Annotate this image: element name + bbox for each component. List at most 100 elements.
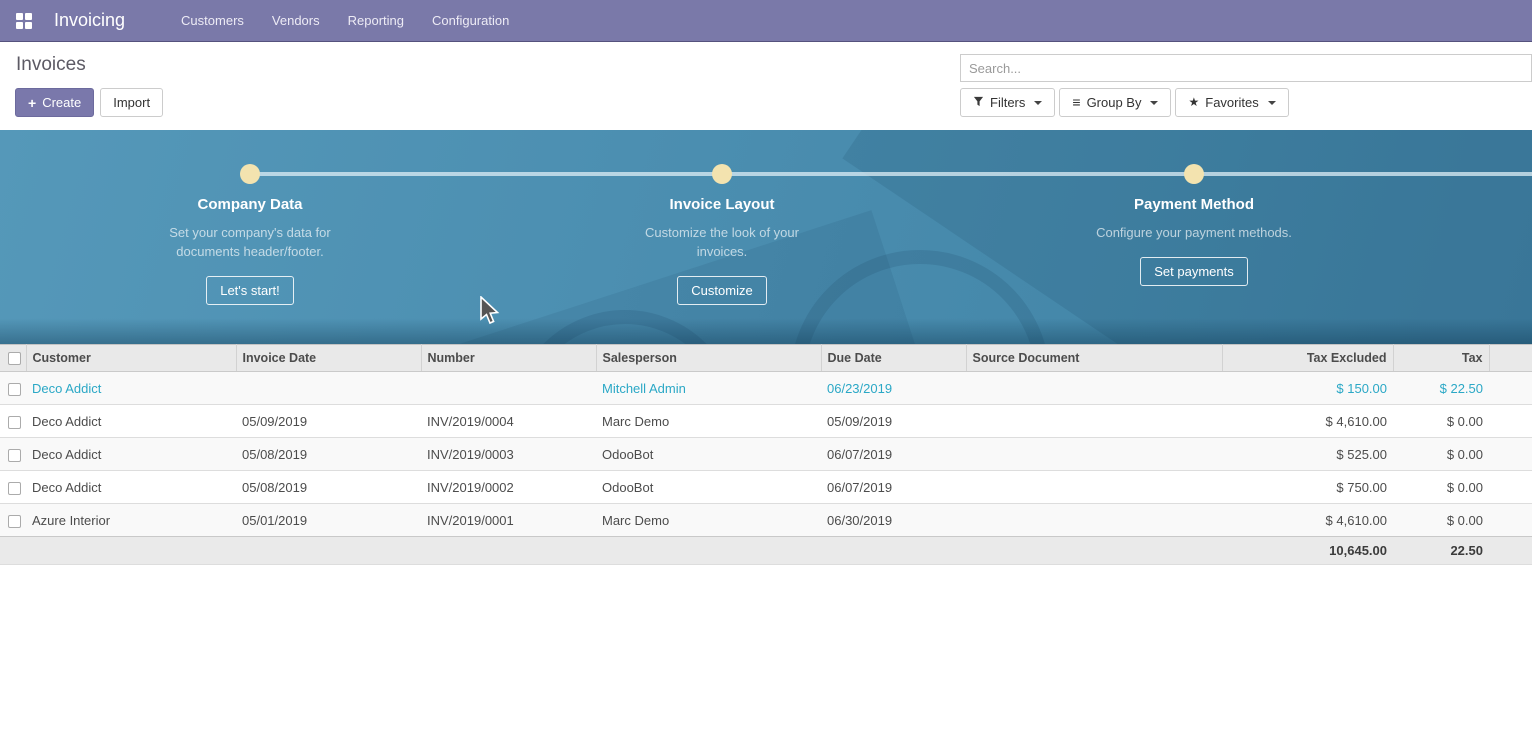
- cell-customer[interactable]: Deco Addict: [26, 438, 236, 471]
- col-invoice-date[interactable]: Invoice Date: [236, 345, 421, 372]
- step-dot-invoice-layout: [712, 164, 732, 184]
- row-select-cell: [0, 372, 26, 405]
- row-checkbox[interactable]: [8, 449, 21, 462]
- cell-salesperson[interactable]: Mitchell Admin: [596, 372, 821, 405]
- cell-customer[interactable]: Deco Addict: [26, 372, 236, 405]
- cell-tax-excluded[interactable]: $ 750.00: [1222, 471, 1393, 504]
- lets-start-button[interactable]: Let's start!: [206, 276, 294, 305]
- col-number[interactable]: Number: [421, 345, 596, 372]
- onboarding-banner: Company Data Set your company's data for…: [0, 130, 1532, 344]
- cell-trailing-empty: [1489, 438, 1532, 471]
- cell-number[interactable]: INV/2019/0001: [421, 504, 596, 537]
- col-due-date[interactable]: Due Date: [821, 345, 966, 372]
- cell-tax-excluded[interactable]: $ 4,610.00: [1222, 405, 1393, 438]
- create-button[interactable]: + Create: [15, 88, 94, 117]
- row-checkbox[interactable]: [8, 515, 21, 528]
- filter-funnel-icon: [973, 95, 984, 110]
- import-button[interactable]: Import: [100, 88, 163, 117]
- cell-salesperson[interactable]: OdooBot: [596, 471, 821, 504]
- row-checkbox[interactable]: [8, 383, 21, 396]
- cell-source-document[interactable]: [966, 372, 1222, 405]
- table-row[interactable]: Deco Addict 05/08/2019 INV/2019/0002 Odo…: [0, 471, 1532, 504]
- cell-tax-excluded[interactable]: $ 4,610.00: [1222, 504, 1393, 537]
- cell-invoice-date[interactable]: 05/08/2019: [236, 471, 421, 504]
- cell-tax[interactable]: $ 0.00: [1393, 438, 1489, 471]
- step-description: Customize the look of your invoices.: [620, 223, 825, 261]
- apps-grid-icon[interactable]: [16, 13, 32, 29]
- cell-invoice-date[interactable]: 05/08/2019: [236, 438, 421, 471]
- group-by-button[interactable]: ≡ Group By: [1059, 88, 1171, 117]
- cell-due-date[interactable]: 05/09/2019: [821, 405, 966, 438]
- table-row[interactable]: Deco Addict 05/08/2019 INV/2019/0003 Odo…: [0, 438, 1532, 471]
- col-customer[interactable]: Customer: [26, 345, 236, 372]
- cell-source-document[interactable]: [966, 504, 1222, 537]
- onboarding-step-company-data: Company Data Set your company's data for…: [30, 196, 470, 305]
- star-icon: ★: [1188, 96, 1199, 109]
- cell-salesperson[interactable]: Marc Demo: [596, 405, 821, 438]
- table-totals-row: 10,645.00 22.50: [0, 537, 1532, 565]
- cell-due-date[interactable]: 06/07/2019: [821, 438, 966, 471]
- cell-source-document[interactable]: [966, 405, 1222, 438]
- cell-number[interactable]: INV/2019/0003: [421, 438, 596, 471]
- customize-button[interactable]: Customize: [677, 276, 766, 305]
- app-title[interactable]: Invoicing: [54, 10, 125, 31]
- cell-due-date[interactable]: 06/07/2019: [821, 471, 966, 504]
- cell-trailing-empty: [1489, 504, 1532, 537]
- cell-customer[interactable]: Deco Addict: [26, 471, 236, 504]
- cell-customer[interactable]: Azure Interior: [26, 504, 236, 537]
- cell-tax-excluded[interactable]: $ 150.00: [1222, 372, 1393, 405]
- filter-buttons: Filters ≡ Group By ★ Favorites: [960, 88, 1289, 117]
- col-tax-excluded[interactable]: Tax Excluded: [1222, 345, 1393, 372]
- menu-customers[interactable]: Customers: [181, 13, 244, 28]
- step-description: Set your company's data for documents he…: [148, 223, 353, 261]
- menu-vendors[interactable]: Vendors: [272, 13, 320, 28]
- cell-tax[interactable]: $ 22.50: [1393, 372, 1489, 405]
- action-buttons: + Create Import: [15, 88, 163, 117]
- favorites-button[interactable]: ★ Favorites: [1175, 88, 1288, 117]
- step-title: Invoice Layout: [502, 196, 942, 213]
- cell-invoice-date[interactable]: 05/09/2019: [236, 405, 421, 438]
- cell-number[interactable]: INV/2019/0004: [421, 405, 596, 438]
- top-navbar: Invoicing Customers Vendors Reporting Co…: [0, 0, 1532, 42]
- col-source-document[interactable]: Source Document: [966, 345, 1222, 372]
- apps-grid-square: [25, 22, 32, 29]
- cell-salesperson[interactable]: Marc Demo: [596, 504, 821, 537]
- invoice-list-table: Customer Invoice Date Number Salesperson…: [0, 344, 1532, 565]
- cell-tax-excluded[interactable]: $ 525.00: [1222, 438, 1393, 471]
- col-tax[interactable]: Tax: [1393, 345, 1489, 372]
- cell-tax[interactable]: $ 0.00: [1393, 405, 1489, 438]
- set-payments-button[interactable]: Set payments: [1140, 257, 1248, 286]
- onboarding-step-payment-method: Payment Method Configure your payment me…: [974, 196, 1414, 286]
- cell-invoice-date[interactable]: [236, 372, 421, 405]
- cell-salesperson[interactable]: OdooBot: [596, 438, 821, 471]
- step-title: Company Data: [30, 196, 470, 213]
- search-input[interactable]: [960, 54, 1532, 82]
- import-button-label: Import: [113, 95, 150, 110]
- cell-trailing-empty: [1489, 471, 1532, 504]
- col-salesperson[interactable]: Salesperson: [596, 345, 821, 372]
- table-header-row: Customer Invoice Date Number Salesperson…: [0, 345, 1532, 372]
- select-all-checkbox[interactable]: [8, 352, 21, 365]
- cell-due-date[interactable]: 06/23/2019: [821, 372, 966, 405]
- cell-tax[interactable]: $ 0.00: [1393, 504, 1489, 537]
- table-row[interactable]: Deco Addict 05/09/2019 INV/2019/0004 Mar…: [0, 405, 1532, 438]
- cell-number[interactable]: INV/2019/0002: [421, 471, 596, 504]
- cell-tax[interactable]: $ 0.00: [1393, 471, 1489, 504]
- table-row[interactable]: Deco Addict Mitchell Admin 06/23/2019 $ …: [0, 372, 1532, 405]
- cell-number[interactable]: [421, 372, 596, 405]
- cell-customer[interactable]: Deco Addict: [26, 405, 236, 438]
- menu-reporting[interactable]: Reporting: [348, 13, 404, 28]
- cell-source-document[interactable]: [966, 438, 1222, 471]
- group-by-button-label: Group By: [1087, 95, 1142, 110]
- row-checkbox[interactable]: [8, 416, 21, 429]
- step-dot-payment-method: [1184, 164, 1204, 184]
- col-trailing-empty: [1489, 345, 1532, 372]
- menu-configuration[interactable]: Configuration: [432, 13, 509, 28]
- filters-button[interactable]: Filters: [960, 88, 1055, 117]
- cell-invoice-date[interactable]: 05/01/2019: [236, 504, 421, 537]
- row-checkbox[interactable]: [8, 482, 21, 495]
- total-tax-excluded: 10,645.00: [1222, 537, 1393, 565]
- cell-source-document[interactable]: [966, 471, 1222, 504]
- cell-due-date[interactable]: 06/30/2019: [821, 504, 966, 537]
- table-row[interactable]: Azure Interior 05/01/2019 INV/2019/0001 …: [0, 504, 1532, 537]
